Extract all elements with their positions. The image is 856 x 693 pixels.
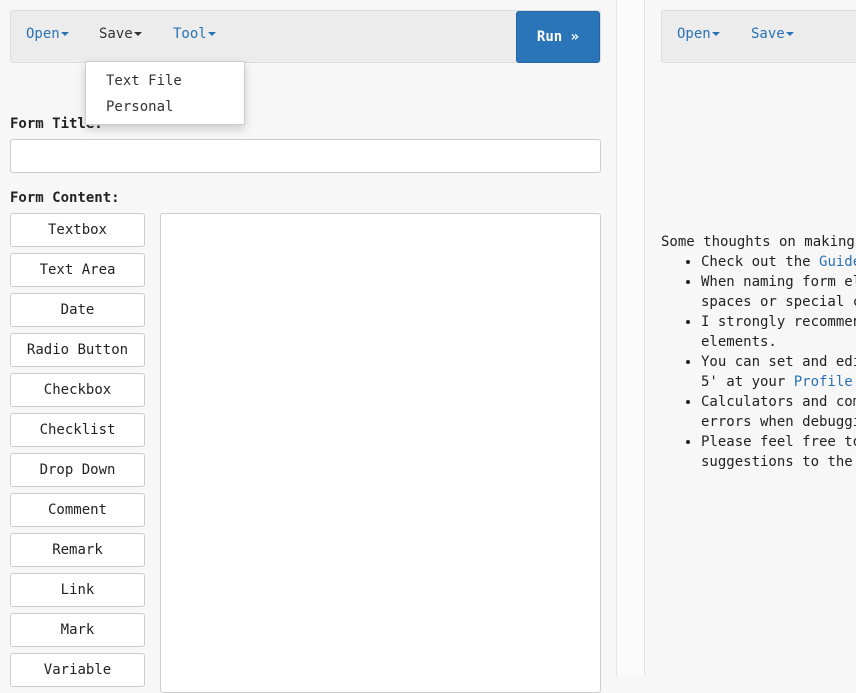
- tips-section: Some thoughts on making Check out the Gu…: [661, 232, 856, 472]
- tip-item: Calculators and com errors when debuggi: [701, 392, 856, 432]
- tips-intro: Some thoughts on making: [661, 234, 855, 250]
- caret-down-icon: [60, 32, 69, 36]
- panel-divider[interactable]: [617, 0, 645, 676]
- form-content-label: Form Content:: [10, 190, 120, 206]
- checklist-button[interactable]: Checklist: [10, 413, 145, 447]
- tip-text-cont: 5' at your: [701, 374, 794, 390]
- tip-text: Calculators and com: [701, 394, 856, 410]
- radio-button-button[interactable]: Radio Button: [10, 333, 145, 367]
- form-title-input[interactable]: [10, 139, 601, 173]
- open-menu[interactable]: Open: [26, 26, 69, 42]
- tool-label: Tool: [173, 26, 207, 42]
- save-label: Save: [99, 26, 133, 42]
- tip-text: Please feel free to: [701, 434, 856, 450]
- link-button[interactable]: Link: [10, 573, 145, 607]
- tip-text: When naming form el: [701, 274, 856, 290]
- save-label: Save: [751, 26, 785, 42]
- drop-down-button[interactable]: Drop Down: [10, 453, 145, 487]
- form-content-textarea[interactable]: [160, 213, 601, 693]
- text-area-button[interactable]: Text Area: [10, 253, 145, 287]
- tips-list: Check out the Guide When naming form el …: [661, 252, 856, 472]
- guide-link[interactable]: Guide: [819, 254, 856, 270]
- tip-item: Check out the Guide: [701, 252, 856, 272]
- caret-down-icon: [207, 32, 216, 36]
- tip-text-cont: errors when debuggi: [701, 414, 856, 430]
- caret-down-icon: [133, 32, 142, 36]
- tip-text-cont: spaces or special c: [701, 294, 856, 310]
- tip-text: Check out the: [701, 254, 820, 270]
- tip-item: I strongly recommen elements.: [701, 312, 856, 352]
- textbox-button[interactable]: Textbox: [10, 213, 145, 247]
- checkbox-button[interactable]: Checkbox: [10, 373, 145, 407]
- mark-button[interactable]: Mark: [10, 613, 145, 647]
- preview-save-menu[interactable]: Save: [751, 26, 794, 42]
- tip-text-cont: suggestions to the: [701, 454, 853, 470]
- variable-button[interactable]: Variable: [10, 653, 145, 687]
- date-button[interactable]: Date: [10, 293, 145, 327]
- tip-item: You can set and edi 5' at your Profile: [701, 352, 856, 392]
- caret-down-icon: [785, 32, 794, 36]
- tip-text: You can set and edi: [701, 354, 856, 370]
- preview-open-menu[interactable]: Open: [677, 26, 720, 42]
- save-personal-item[interactable]: Personal: [86, 94, 244, 120]
- tip-line-2: 5' at your Profile: [701, 372, 856, 392]
- save-dropdown: Text File Personal: [85, 61, 245, 125]
- form-builder-panel: Open Save Tool Run » Text File Personal …: [0, 0, 617, 693]
- remark-button[interactable]: Remark: [10, 533, 145, 567]
- profile-link[interactable]: Profile: [794, 374, 853, 390]
- save-text-file-item[interactable]: Text File: [86, 68, 244, 94]
- save-menu[interactable]: Save: [99, 26, 142, 42]
- run-button[interactable]: Run »: [516, 11, 600, 63]
- tip-item: When naming form el spaces or special c: [701, 272, 856, 312]
- tip-text-cont: elements.: [701, 334, 777, 350]
- preview-panel: Open Save Some thoughts on making Check …: [646, 0, 856, 676]
- comment-button[interactable]: Comment: [10, 493, 145, 527]
- tool-menu[interactable]: Tool: [173, 26, 216, 42]
- tip-text: I strongly recommen: [701, 314, 856, 330]
- open-label: Open: [677, 26, 711, 42]
- tip-item: Please feel free to suggestions to the: [701, 432, 856, 472]
- caret-down-icon: [711, 32, 720, 36]
- open-label: Open: [26, 26, 60, 42]
